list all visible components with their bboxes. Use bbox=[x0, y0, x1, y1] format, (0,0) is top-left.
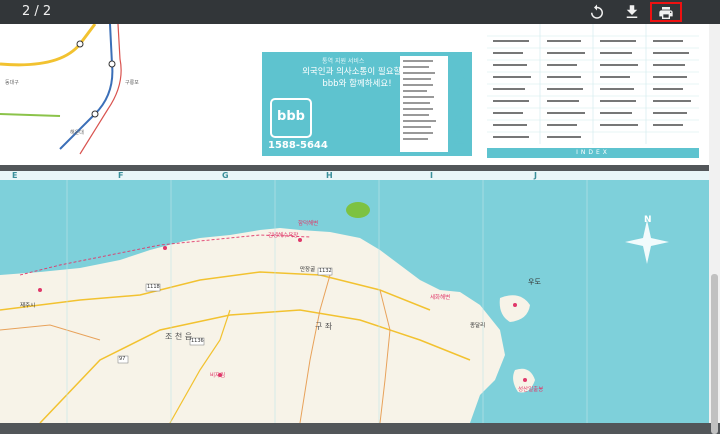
print-button[interactable] bbox=[650, 2, 682, 22]
language-list bbox=[400, 56, 448, 152]
route-number: 1136 bbox=[191, 338, 204, 344]
grid-header: E F G H I J bbox=[0, 171, 709, 180]
grid-label-i: I bbox=[430, 171, 433, 180]
place-label: 우도 bbox=[528, 278, 541, 286]
pdf-page-2: E F G H I J 함덕해변 김녕해수욕장 만장굴 구 좌 조 천 읍 세화… bbox=[0, 171, 709, 423]
route-number: 1118 bbox=[147, 284, 160, 290]
compass-icon bbox=[625, 220, 669, 264]
svg-text:동대구: 동대구 bbox=[5, 79, 19, 86]
grid-label-f: F bbox=[118, 171, 124, 180]
rotate-icon bbox=[591, 4, 603, 19]
grid-label-g: G bbox=[222, 171, 229, 180]
interpreter-tag: 통역 지원 서비스 bbox=[322, 58, 365, 65]
pdf-viewer: 동대구 구룡포 해운대 통역 지원 서비스 외국인과 의사소통이 필요할 때 b… bbox=[0, 0, 709, 423]
print-icon bbox=[659, 7, 673, 19]
place-label: 세화해변 bbox=[430, 295, 451, 301]
svg-text:해운대: 해운대 bbox=[70, 129, 84, 136]
place-label: 종달리 bbox=[470, 323, 486, 329]
place-label: 만장굴 bbox=[300, 267, 316, 273]
place-label: 김녕해수욕장 bbox=[268, 233, 299, 239]
grid-label-e: E bbox=[12, 171, 18, 180]
interpreter-text: 외국인과 의사소통이 필요할 때 bbb와 함께하세요! bbox=[302, 67, 412, 89]
svg-text:구룡포: 구룡포 bbox=[125, 80, 139, 86]
download-button[interactable] bbox=[622, 3, 642, 21]
index-panel: INDEX bbox=[487, 24, 699, 159]
jeju-map bbox=[0, 180, 669, 423]
pdf-toolbar: 2 / 2 bbox=[0, 0, 720, 24]
vertical-scrollbar[interactable] bbox=[709, 24, 720, 434]
bbb-logo: bbb bbox=[270, 98, 312, 138]
download-icon bbox=[626, 5, 638, 18]
place-label: 조 천 읍 bbox=[165, 332, 193, 341]
phone-number-small: 1588-5644 bbox=[268, 140, 328, 151]
place-label: 성산일출봉 bbox=[518, 387, 544, 393]
route-number: 1132 bbox=[319, 268, 332, 274]
pdf-page-1: 동대구 구룡포 해운대 통역 지원 서비스 외국인과 의사소통이 필요할 때 b… bbox=[0, 0, 709, 165]
interpreter-ad: 통역 지원 서비스 외국인과 의사소통이 필요할 때 bbb와 함께하세요! b… bbox=[262, 52, 472, 156]
place-label: 제주시 bbox=[20, 303, 36, 309]
grid-label-h: H bbox=[326, 171, 333, 180]
grid-label-j: J bbox=[534, 171, 537, 180]
compass-label: N bbox=[644, 215, 652, 225]
index-label: INDEX bbox=[487, 148, 699, 158]
place-label: 비자림 bbox=[210, 373, 226, 379]
scroll-thumb[interactable] bbox=[711, 274, 718, 434]
metro-map: 동대구 구룡포 해운대 bbox=[0, 24, 139, 155]
route-number: 97 bbox=[119, 356, 126, 362]
page-indicator: 2 / 2 bbox=[22, 4, 52, 19]
phone-number-big: 1588-5644 bbox=[450, 54, 466, 147]
place-label: 구 좌 bbox=[315, 322, 333, 331]
place-label: 함덕해변 bbox=[298, 221, 319, 227]
rotate-button[interactable] bbox=[587, 3, 607, 21]
